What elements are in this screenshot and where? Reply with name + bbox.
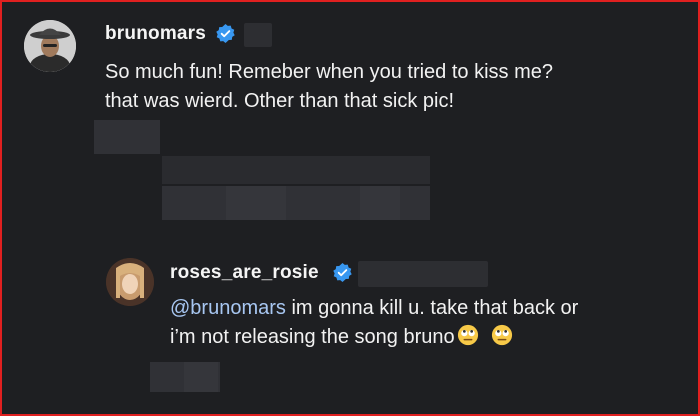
comment-text: @brunomars im gonna kill u. take that ba… — [170, 294, 578, 352]
verified-badge-icon — [216, 24, 235, 43]
comment-username[interactable]: roses_are_rosie — [170, 262, 319, 284]
rosie-avatar-icon — [106, 258, 154, 306]
verified-badge-icon — [333, 263, 352, 282]
comment-text-line-2: i’m not releasing the song bruno — [170, 323, 578, 352]
comment-username[interactable]: brunomars — [105, 23, 206, 45]
mention-link[interactable]: @brunomars — [170, 297, 286, 319]
timestamp-redacted — [358, 261, 488, 287]
avatar[interactable] — [24, 20, 76, 72]
comment-text-fragment: im gonna kill u. take that back or — [285, 297, 579, 319]
redacted-block — [94, 120, 160, 154]
comment-text-line-1: So much fun! Remeber when you tried to k… — [105, 61, 553, 83]
avatar[interactable] — [106, 258, 154, 306]
rolling-eyes-emoji-icon — [457, 324, 478, 346]
redacted-block — [226, 186, 286, 220]
bruno-avatar-icon — [24, 20, 76, 72]
timestamp-redacted — [244, 23, 272, 47]
comment-text-fragment: i’m not releasing the song bruno — [170, 326, 455, 348]
comment-text-line-1: @brunomars im gonna kill u. take that ba… — [170, 294, 578, 323]
comment-text: So much fun! Remeber when you tried to k… — [105, 58, 553, 116]
redacted-block — [162, 156, 430, 184]
comment-brunomars: brunomars So much fun! Remeber when you … — [0, 0, 700, 230]
comment-text-line-2: that was wierd. Other than that sick pic… — [105, 90, 455, 112]
redacted-block — [360, 186, 400, 220]
rolling-eyes-emoji-icon — [491, 324, 512, 346]
reply-roses-are-rosie: roses_are_rosie @brunomars im gonna kill… — [0, 230, 700, 416]
redacted-block — [184, 362, 218, 392]
